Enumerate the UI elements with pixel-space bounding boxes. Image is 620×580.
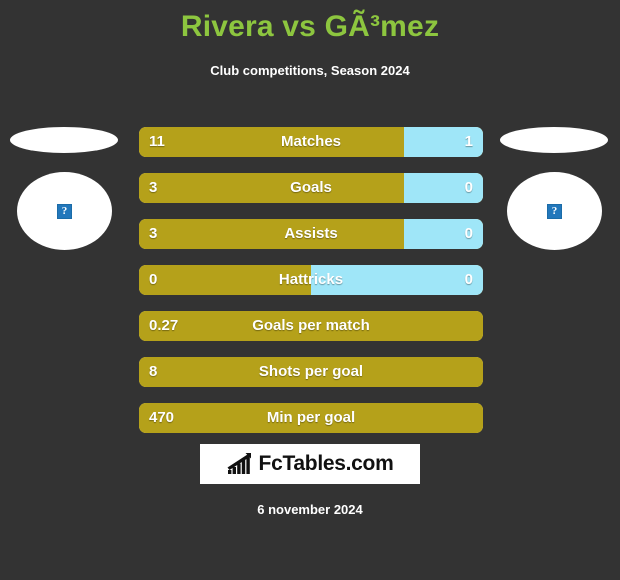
date-label: 6 november 2024 [257, 502, 363, 517]
fctables-logo[interactable]: FcTables.com [200, 444, 420, 484]
stat-bar-row: 470 Min per goal [139, 403, 483, 433]
page-subtitle: Club competitions, Season 2024 [210, 63, 410, 78]
broken-image-icon: ? [547, 203, 562, 219]
stat-bar-row: 3 0 Assists [139, 219, 483, 249]
stat-label: Goals [290, 179, 332, 196]
stat-label: Min per goal [266, 409, 356, 426]
fctables-logo-text: FcTables.com [258, 452, 394, 475]
page-title: Rivera vs GÃ³mez [180, 10, 440, 43]
stat-bars-list: 11 1 Matches 3 0 Goals 3 0 Assists 0 0 Hattricks 0.2… [139, 127, 483, 449]
avatar: ? [17, 172, 112, 250]
flag-icon [500, 127, 608, 153]
broken-image-icon: ? [57, 203, 72, 219]
stat-label: Hattricks [278, 271, 344, 288]
stat-label: Assists [284, 225, 338, 242]
stat-bar-row: 8 Shots per goal [139, 357, 483, 387]
player-right-panel: ? [494, 112, 616, 257]
stat-comparison-card: Rivera vs GÃ³mez Club competitions, Seas… [0, 0, 620, 580]
stat-bar-row: 0.27 Goals per match [139, 311, 483, 341]
stat-bar-row: 0 0 Hattricks [139, 265, 483, 295]
stat-label: Matches [280, 133, 342, 150]
stat-label: Shots per goal [258, 363, 364, 380]
avatar: ? [507, 172, 602, 250]
stat-bar-row: 11 1 Matches [139, 127, 483, 157]
flag-icon [10, 127, 118, 153]
player-left-panel: ? [4, 112, 126, 257]
stat-bar-row: 3 0 Goals [139, 173, 483, 203]
bar-chart-growth-icon [227, 453, 251, 474]
stat-label: Goals per match [252, 317, 370, 334]
